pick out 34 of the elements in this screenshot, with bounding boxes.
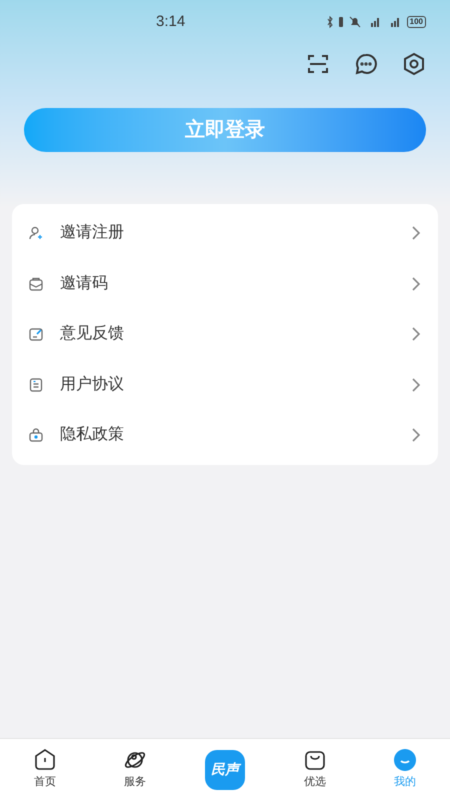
chevron-icon xyxy=(410,376,422,393)
menu-item[interactable]: 意见反馈 xyxy=(12,309,438,360)
menu-item[interactable]: 用户协议 xyxy=(12,360,438,410)
battery-indicator: 100 xyxy=(406,16,426,28)
menu-label: 邀请注册 xyxy=(60,222,124,244)
user-add-icon xyxy=(28,225,44,242)
lock-icon xyxy=(28,427,44,444)
chevron-icon xyxy=(410,225,422,242)
status-time: 3:14 xyxy=(156,12,186,32)
smile-icon xyxy=(393,748,417,772)
envelope-icon xyxy=(28,276,44,292)
nav-tab[interactable]: 优选 xyxy=(270,739,360,800)
vibrate-icon xyxy=(338,17,343,27)
bag-icon xyxy=(303,748,327,772)
menu-label: 意见反馈 xyxy=(60,324,124,344)
home-icon xyxy=(33,748,57,772)
mute-icon xyxy=(348,16,361,28)
chevron-icon xyxy=(410,276,422,292)
menu-label: 邀请码 xyxy=(60,274,108,294)
scan-icon[interactable] xyxy=(306,52,330,76)
menu-label: 用户协议 xyxy=(60,374,124,395)
message-icon[interactable] xyxy=(354,52,378,76)
edit-icon xyxy=(28,326,44,342)
menu-label: 隐私政策 xyxy=(60,425,124,446)
nav-tab[interactable]: 服务 xyxy=(90,739,180,800)
chevron-icon xyxy=(410,427,422,444)
chevron-icon xyxy=(410,326,422,342)
menu-item[interactable]: 邀请注册 xyxy=(12,208,438,258)
nav-tab[interactable]: 首页 xyxy=(0,739,90,800)
document-icon xyxy=(28,376,44,393)
menu-item[interactable]: 隐私政策 xyxy=(12,410,438,460)
menu-item[interactable]: 邀请码 xyxy=(12,258,438,309)
settings-icon[interactable] xyxy=(402,52,426,76)
bluetooth-icon xyxy=(326,16,333,28)
